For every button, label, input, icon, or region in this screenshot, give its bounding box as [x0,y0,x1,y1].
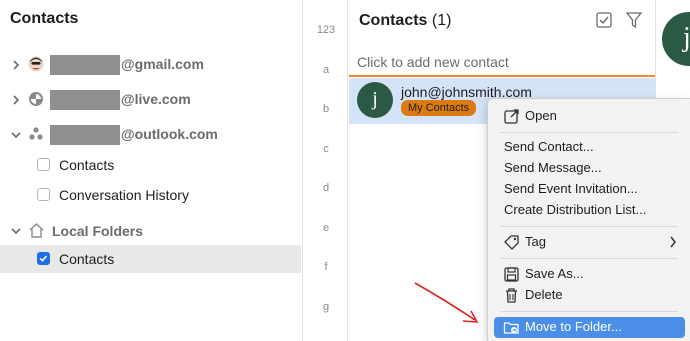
menu-divider [500,226,678,227]
contact-count: (1) [431,12,452,29]
trash-icon [506,288,517,303]
tag-icon [504,235,519,250]
menu-label: Open [525,108,557,123]
menu-item-tag[interactable]: Tag [494,232,685,253]
menu-label: Send Message... [504,160,602,175]
alpha-letter[interactable]: e [304,222,348,234]
menu-item-create-distribution-list[interactable]: Create Distribution List... [494,200,685,221]
context-menu: Open Send Contact... Send Message... Sen… [487,98,690,341]
folder-label: Contacts [59,251,115,267]
menu-divider [500,132,678,133]
alphabet-index: 123 a b c d e f g [304,0,348,341]
folder-checkbox-checked[interactable] [37,252,50,265]
alpha-letter[interactable]: c [304,143,348,155]
add-contact-input[interactable] [349,49,655,75]
menu-item-save-as[interactable]: Save As... [494,264,685,285]
alpha-letter[interactable]: g [304,301,348,313]
alpha-letter[interactable]: 123 [304,24,348,36]
menu-item-move-to-folder[interactable]: Move to Folder... [494,317,685,338]
local-folders[interactable]: Local Folders [0,217,303,245]
filter-icon[interactable] [625,11,643,29]
menu-divider [500,258,678,259]
folder-conversation-history[interactable]: Conversation History [0,181,301,209]
add-contact-field[interactable] [349,49,655,77]
folder-contacts[interactable]: Contacts [0,151,301,179]
folder-label: Conversation History [59,187,189,203]
chevron-right-icon[interactable] [10,93,22,107]
sidebar: Contacts @gmail.com @live.com @outlook.c… [0,0,303,341]
menu-item-open[interactable]: Open [494,106,685,127]
folder-local-contacts[interactable]: Contacts [0,245,301,273]
folder-label: Contacts [59,157,115,173]
menu-label: Create Distribution List... [504,202,647,217]
folder-checkbox[interactable] [37,158,50,171]
menu-divider [500,311,678,312]
list-title-text: Contacts [359,12,428,29]
menu-label: Send Contact... [504,139,594,154]
checklist-icon[interactable] [595,11,613,29]
home-icon [29,223,44,238]
account-outlook[interactable]: @outlook.com [0,121,303,149]
alpha-letter[interactable]: f [304,261,348,273]
outlook-live-icon [29,92,43,106]
contact-tag-badge: My Contacts [401,100,477,116]
redacted-username [50,90,120,110]
redacted-username [50,125,120,145]
open-external-icon [504,109,519,124]
menu-label: Send Event Invitation... [504,181,638,196]
chevron-right-icon [670,236,676,248]
menu-item-send-contact[interactable]: Send Contact... [494,137,685,158]
annotation-arrow-icon [414,282,479,323]
account-email: @gmail.com [121,56,204,72]
move-folder-icon [503,322,519,334]
people-icon [29,127,43,140]
menu-label: Delete [525,287,563,302]
checkmark-icon [39,255,48,262]
menu-label: Save As... [525,266,584,281]
account-gmail[interactable]: @gmail.com [0,51,303,79]
folder-checkbox[interactable] [37,188,50,201]
alpha-letter[interactable]: d [304,182,348,194]
account-live[interactable]: @live.com [0,86,303,114]
account-email: @outlook.com [121,126,218,142]
local-folders-label: Local Folders [52,223,144,239]
contact-avatar: j [357,82,393,118]
menu-label: Tag [525,234,546,249]
menu-item-delete[interactable]: Delete [494,285,685,306]
list-title: Contacts (1) [359,12,451,30]
menu-item-send-event-invitation[interactable]: Send Event Invitation... [494,179,685,200]
save-icon [504,267,519,282]
redacted-username [50,55,120,75]
user-photo-icon [28,56,44,72]
alpha-letter[interactable]: a [304,64,348,76]
account-email: @live.com [121,91,191,107]
chevron-right-icon[interactable] [10,58,22,72]
menu-item-send-message[interactable]: Send Message... [494,158,685,179]
sidebar-title: Contacts [10,10,79,27]
detail-avatar: j [662,12,690,66]
menu-label: Move to Folder... [525,319,622,334]
chevron-down-icon[interactable] [10,224,22,238]
chevron-down-icon[interactable] [10,128,22,142]
alpha-letter[interactable]: b [304,103,348,115]
